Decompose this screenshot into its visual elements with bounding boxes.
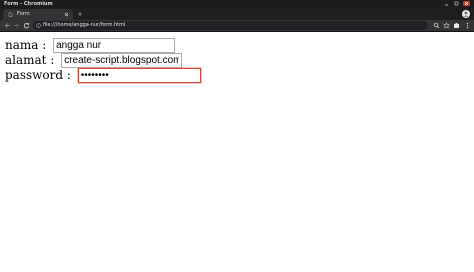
nama-label: nama :: [5, 38, 51, 52]
form-row-password: password :: [5, 67, 201, 83]
password-label: password :: [5, 68, 75, 82]
address-url: file:///home/angga-nur/form.html: [43, 22, 126, 28]
password-input[interactable]: [77, 67, 201, 83]
form-row-nama: nama :: [5, 37, 176, 53]
tab-form[interactable]: Form: [3, 9, 73, 20]
browser-toolbar: file:///home/angga-nur/form.html: [0, 20, 474, 32]
alamat-input[interactable]: [61, 52, 183, 68]
back-arrow-icon[interactable]: [4, 22, 11, 29]
bookmark-star-icon[interactable]: [443, 22, 450, 29]
alamat-label: alamat :: [5, 53, 59, 67]
window-titlebar: Form - Chromium: [0, 0, 474, 8]
minimize-button[interactable]: [443, 1, 450, 6]
tab-title: Form: [17, 11, 30, 17]
new-tab-icon[interactable]: [77, 11, 83, 17]
maximize-button[interactable]: [453, 1, 460, 6]
nama-input[interactable]: [53, 37, 176, 53]
forward-arrow-icon[interactable]: [13, 22, 20, 29]
window-title: Form - Chromium: [4, 1, 53, 7]
zoom-search-icon[interactable]: [433, 22, 440, 29]
document-icon: [8, 12, 13, 17]
profile-avatar-icon[interactable]: [462, 10, 470, 18]
reload-icon[interactable]: [23, 22, 30, 29]
address-bar[interactable]: file:///home/angga-nur/form.html: [33, 21, 428, 30]
info-icon[interactable]: [36, 23, 41, 28]
extension-icon[interactable]: [453, 22, 460, 29]
page-content: nama : alamat : password :: [0, 32, 474, 272]
close-window-button[interactable]: [463, 1, 470, 6]
window-controls: [443, 1, 470, 7]
menu-dots-icon[interactable]: [464, 22, 471, 29]
tab-strip: Form: [0, 8, 474, 20]
form-row-alamat: alamat :: [5, 52, 183, 68]
close-tab-icon[interactable]: [64, 12, 69, 17]
